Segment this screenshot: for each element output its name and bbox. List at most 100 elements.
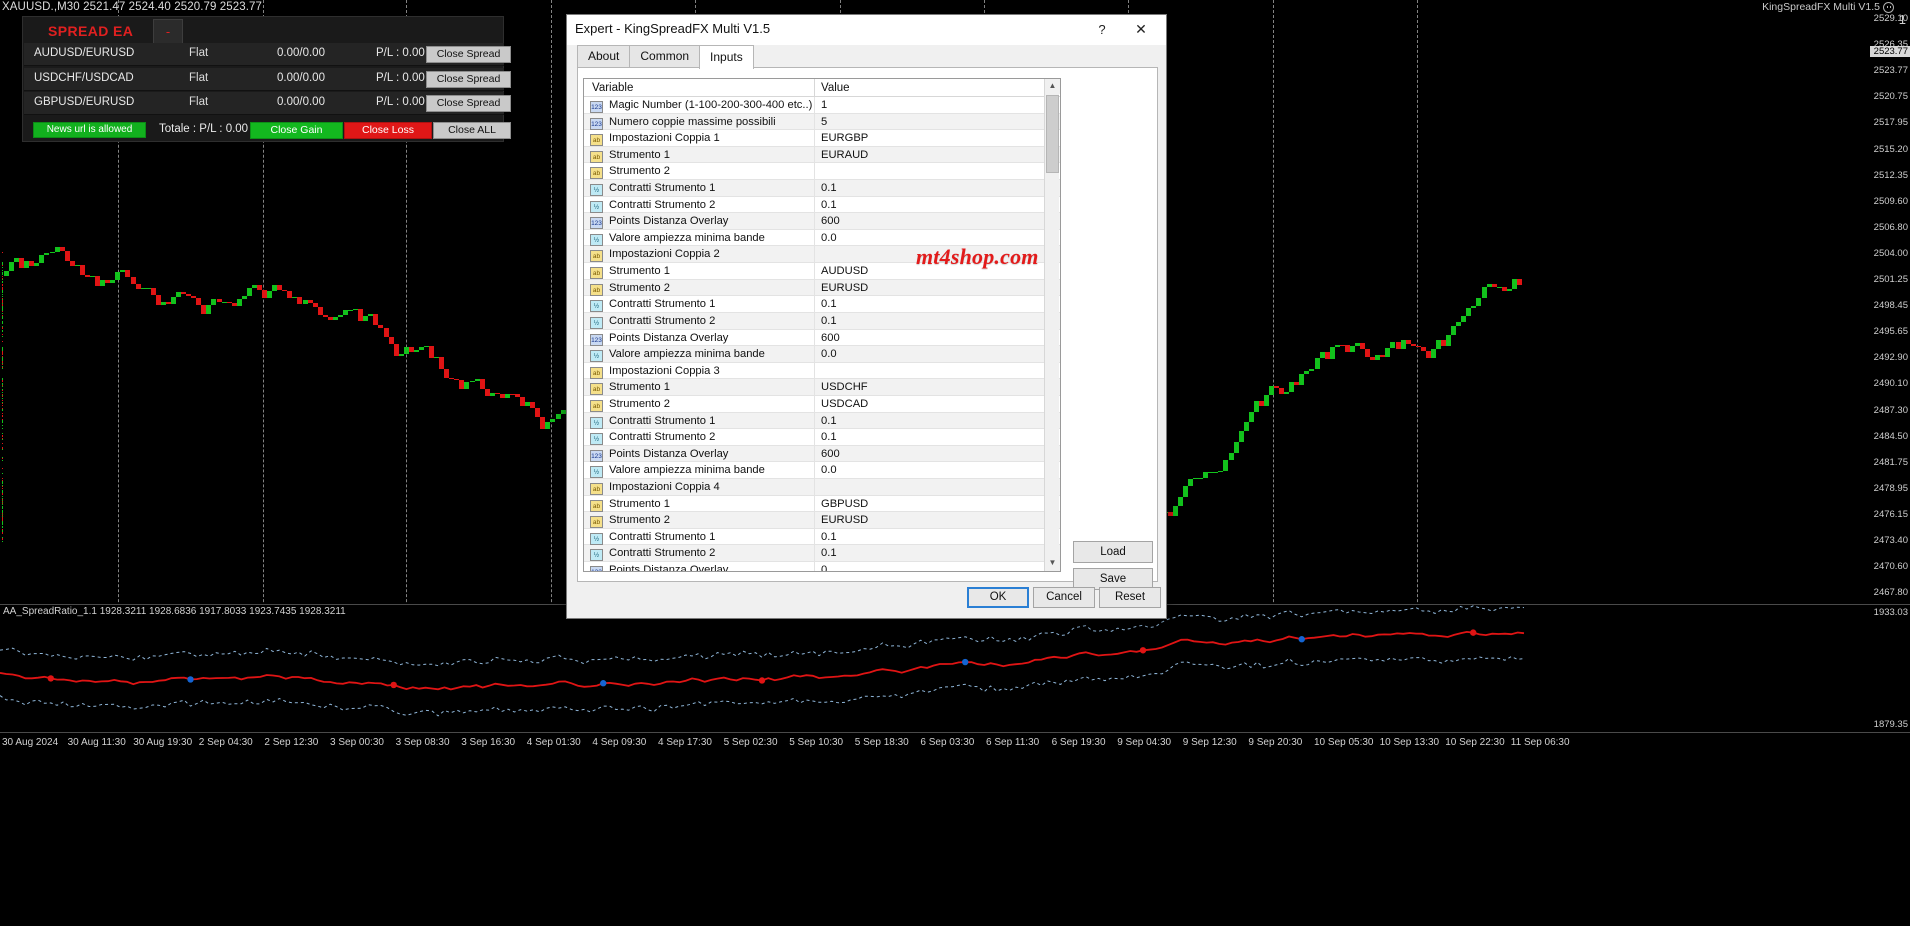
variable-label: Valore ampiezza minima bande — [609, 231, 765, 244]
table-row[interactable]: ab Strumento 2 — [584, 163, 1060, 181]
value-cell[interactable]: 600 — [821, 332, 840, 344]
time-axis[interactable]: 30 Aug 2024 30 Aug 11:30 30 Aug 19:30 2 Sep… — [0, 732, 1910, 752]
value-cell[interactable]: 0.1 — [821, 298, 837, 310]
header-column-divider — [814, 79, 815, 97]
value-cell[interactable]: 0 — [821, 564, 827, 571]
table-row[interactable]: 123 Points Distanza Overlay 600 — [584, 329, 1060, 347]
value-cell[interactable]: 0.1 — [821, 315, 837, 327]
table-row[interactable]: 123 Points Distanza Overlay 600 — [584, 445, 1060, 463]
close-spread-button[interactable]: Close Spread — [426, 46, 511, 63]
spread-pair-label: USDCHF/USDCAD — [34, 71, 134, 84]
value-cell[interactable]: AUDUSD — [821, 265, 868, 277]
value-cell[interactable]: 600 — [821, 215, 840, 227]
row-column-divider — [814, 346, 815, 363]
ok-button[interactable]: OK — [967, 587, 1029, 608]
table-row[interactable]: ½ Contratti Strumento 1 0.1 — [584, 528, 1060, 546]
value-cell[interactable]: 0.0 — [821, 232, 837, 244]
table-row[interactable]: ½ Contratti Strumento 1 0.1 — [584, 180, 1060, 197]
table-row[interactable]: ab Impostazioni Coppia 4 — [584, 479, 1060, 496]
table-row[interactable]: ½ Valore ampiezza minima bande 0.0 — [584, 462, 1060, 480]
value-cell[interactable]: 600 — [821, 448, 840, 460]
value-cell[interactable]: EURUSD — [821, 282, 868, 294]
close-spread-button[interactable]: Close Spread — [426, 95, 511, 113]
tab-inputs[interactable]: Inputs — [699, 45, 754, 69]
table-row[interactable]: 123 Points Distanza Overlay 0 — [584, 562, 1060, 571]
table-row[interactable]: ab Strumento 1 GBPUSD — [584, 495, 1060, 513]
price-tick-label: 2490.10 — [1873, 378, 1908, 390]
value-cell[interactable]: EURAUD — [821, 149, 868, 161]
close-spread-button[interactable]: Close Spread — [426, 70, 511, 88]
close-gain-button[interactable]: Close Gain — [250, 122, 343, 139]
watermark-text: mt4shop.com — [916, 244, 1039, 269]
variable-cell: 123 Numero coppie massime possibili — [590, 116, 776, 130]
expert-properties-dialog[interactable]: Expert - KingSpreadFX Multi V1.5 ? ✕ Abo… — [566, 14, 1167, 619]
spread-state-label: Flat — [189, 71, 209, 84]
value-cell[interactable]: 0.0 — [821, 348, 837, 360]
table-scrollbar[interactable]: ▲ ▼ — [1044, 79, 1060, 571]
value-cell[interactable]: USDCAD — [821, 398, 868, 410]
scrollbar-thumb[interactable] — [1046, 95, 1059, 173]
reset-button[interactable]: Reset — [1099, 587, 1161, 608]
price-tick-label: 2515.20 — [1873, 143, 1908, 155]
value-cell[interactable]: 0.1 — [821, 547, 837, 559]
cancel-button[interactable]: Cancel — [1033, 587, 1095, 608]
value-cell[interactable]: EURUSD — [821, 514, 868, 526]
table-row[interactable]: ab Strumento 2 EURUSD — [584, 279, 1060, 297]
table-row[interactable]: 123 Numero coppie massime possibili 5 — [584, 113, 1060, 131]
value-cell[interactable]: GBPUSD — [821, 498, 868, 510]
table-row[interactable]: ½ Valore ampiezza minima bande 0.0 — [584, 346, 1060, 363]
value-cell[interactable]: 0.1 — [821, 182, 837, 194]
str-type-icon: ab — [590, 383, 603, 396]
scroll-down-icon[interactable]: ▼ — [1045, 556, 1060, 571]
table-row[interactable]: ab Strumento 1 USDCHF — [584, 379, 1060, 396]
table-row[interactable]: ½ Contratti Strumento 2 0.1 — [584, 196, 1060, 214]
value-cell[interactable]: 0.1 — [821, 531, 837, 543]
help-icon[interactable]: ? — [1088, 19, 1116, 41]
table-row[interactable]: ½ Contratti Strumento 1 0.1 — [584, 412, 1060, 430]
close-all-button[interactable]: Close ALL — [433, 122, 511, 139]
time-tick-label: 30 Aug 2024 — [2, 737, 59, 748]
variable-label: Impostazioni Coppia 4 — [609, 481, 720, 494]
time-tick-label: 5 Sep 18:30 — [854, 737, 909, 748]
minimize-panel-button[interactable]: - — [153, 19, 183, 44]
spread-state-label: Flat — [189, 47, 209, 59]
table-row[interactable]: ½ Contratti Strumento 2 0.1 — [584, 312, 1060, 330]
close-loss-button[interactable]: Close Loss — [344, 122, 432, 139]
table-row[interactable]: 123 Magic Number (1-100-200-300-400 etc..… — [584, 97, 1060, 114]
spread-pl-label: P/L : 0.00 — [376, 47, 425, 59]
value-cell[interactable]: 1 — [821, 99, 827, 111]
row-column-divider — [814, 213, 815, 230]
table-row[interactable]: ½ Contratti Strumento 1 0.1 — [584, 296, 1060, 313]
dialog-tabs[interactable]: About Common Inputs — [577, 45, 754, 69]
current-price-label: 2523.77 — [1870, 46, 1910, 57]
value-cell[interactable]: EURGBP — [821, 132, 868, 144]
table-row[interactable]: ab Impostazioni Coppia 3 — [584, 362, 1060, 380]
spread-ea-panel[interactable]: SPREAD EA - AUDUSD/EURUSD Flat 0.00/0.00 P/… — [22, 16, 511, 142]
table-row[interactable]: ab Strumento 2 USDCAD — [584, 395, 1060, 413]
scroll-up-icon[interactable]: ▲ — [1045, 79, 1060, 94]
row-column-divider — [814, 329, 815, 347]
table-row[interactable]: ab Strumento 2 EURUSD — [584, 512, 1060, 529]
table-row[interactable]: ½ Contratti Strumento 2 0.1 — [584, 545, 1060, 563]
tab-about[interactable]: About — [577, 45, 631, 67]
value-cell[interactable]: 0.1 — [821, 199, 837, 211]
dialog-titlebar[interactable]: Expert - KingSpreadFX Multi V1.5 ? ✕ — [567, 15, 1166, 45]
value-cell[interactable]: 0.1 — [821, 415, 837, 427]
table-row[interactable]: ab Impostazioni Coppia 1 EURGBP — [584, 130, 1060, 147]
table-row[interactable]: 123 Points Distanza Overlay 600 — [584, 213, 1060, 230]
row-column-divider — [814, 512, 815, 529]
tab-common[interactable]: Common — [629, 45, 701, 67]
value-cell[interactable]: 5 — [821, 116, 827, 128]
inputs-table[interactable]: Variable Value 123 Magic Number (1-100-20… — [583, 78, 1061, 572]
news-status-badge[interactable]: News url is allowed — [33, 122, 146, 138]
table-row[interactable]: ½ Contratti Strumento 2 0.1 — [584, 429, 1060, 446]
close-icon[interactable]: ✕ — [1124, 19, 1158, 41]
indicator-subwindow[interactable]: AA_SpreadRatio_1.1 1928.3211 1928.6836 1… — [0, 604, 1910, 732]
value-cell[interactable]: 0.0 — [821, 464, 837, 476]
value-cell[interactable]: USDCHF — [821, 381, 868, 393]
variable-cell: 123 Points Distanza Overlay — [590, 215, 728, 230]
variable-label: Magic Number (1-100-200-300-400 etc..) — [609, 99, 813, 111]
table-row[interactable]: ab Strumento 1 EURAUD — [584, 146, 1060, 164]
load-button[interactable]: Load — [1073, 541, 1153, 563]
value-cell[interactable]: 0.1 — [821, 431, 837, 443]
